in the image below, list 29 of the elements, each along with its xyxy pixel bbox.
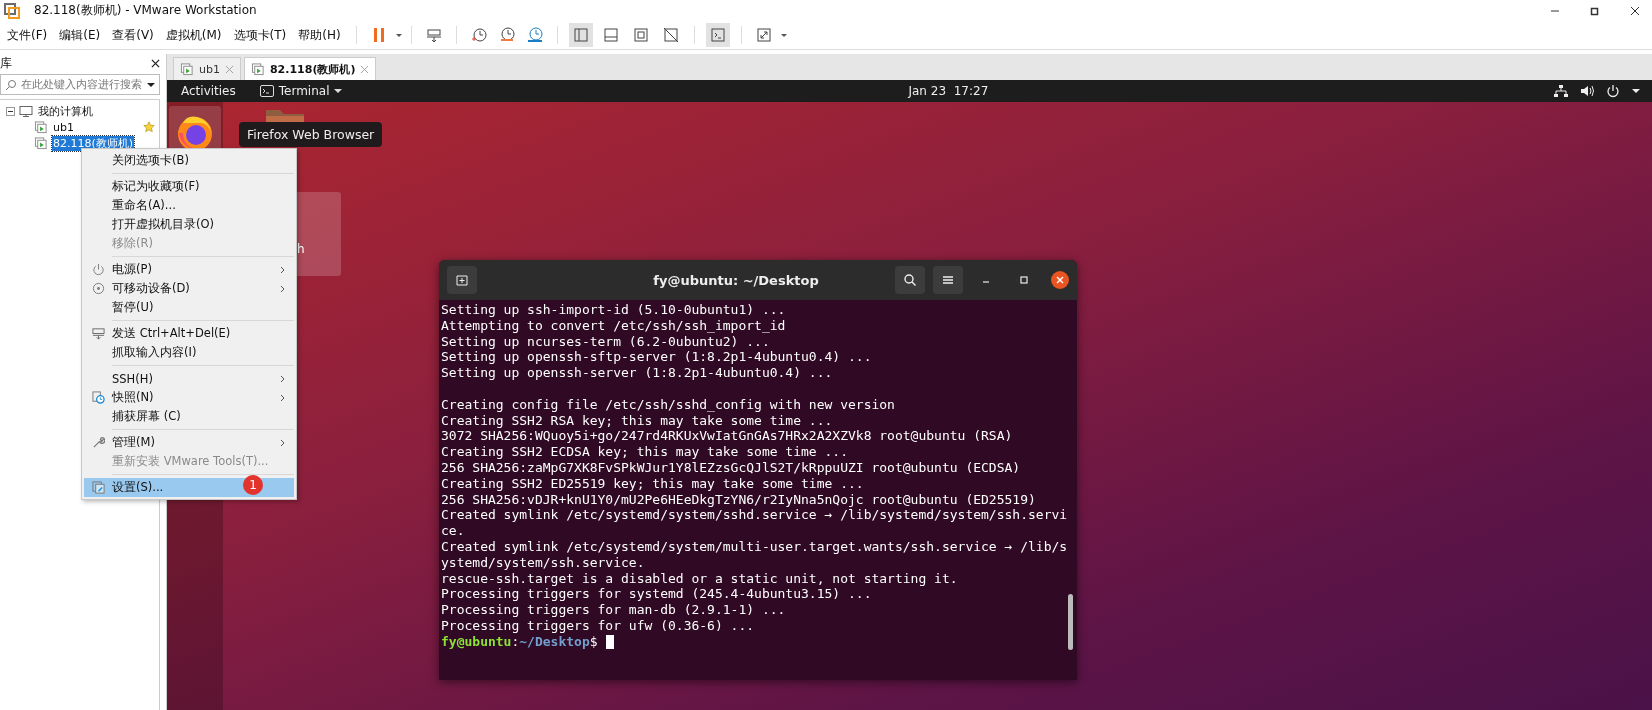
terminal-line: ystemd/system/ssh.service. [441,554,646,571]
terminal-line: Created symlink /etc/systemd/system/multi-user.target.wants/ssh.service → /lib/s [441,538,1069,555]
terminal-line: Created symlink /etc/systemd/system/sshd.service → /lib/systemd/system/ssh.servi [441,507,1069,524]
terminal-line: Creating config file /etc/ssh/sshd_config with new version [441,396,896,413]
terminal-line: 256 SHA256:zaMpG7XK8FvSPkWJur1Y8lEZzsGcQJlS2T/kRppuUZI root@ubuntu (ECDSA) [441,459,1022,476]
terminal-line: Processing triggers for man-db (2.9.1-1) ... [441,602,787,618]
terminal-line: Creating SSH2 ED25519 key; this may take some time ... [441,475,865,492]
window-title: 82.118(教师机) - VMware Workstation [34,2,257,19]
prompt-separator: : [511,633,520,650]
terminal-line: 256 SHA256:vDJR+knU1Y0/mU2Pe6HEeDkgTzYN6/r2IyNna5nQojc root@ubuntu (ED25519) [441,491,1037,508]
prompt-path: ~/Desktop [519,633,590,650]
terminal-line: Setting up ssh-import-id (5.10-0ubuntu1) ... [441,302,787,318]
terminal-line: Attempting to convert /etc/ssh/ssh_import_id [441,317,787,334]
terminal-line: Creating SSH2 RSA key; this may take some time ... [441,412,834,429]
terminal-line: Setting up openssh-server (1:8.2p1-4ubuntu0.4) ... [441,365,834,381]
terminal-line: 3072 SHA256:WQuoy5i+go/247rd4RKUxVwIatGnGAs7HRx2A2XZVk8 root@ubuntu (RSA) [441,428,1014,445]
terminal-line: Processing triggers for ufw (0.36-6) ... [441,617,756,634]
prompt-user: fy@ubuntu [441,633,512,650]
terminal-line: Creating SSH2 ECDSA key; this may take some time ... [441,444,849,460]
tooltip: Firefox Web Browser [239,122,383,147]
terminal-line: rescue-ssh.target is a disabled or a static unit, not starting it. [441,570,959,587]
prompt-symbol: $ [589,633,598,650]
terminal-line: Setting up openssh-sftp-server (1:8.2p1-4ubuntu0.4) ... [441,349,873,366]
desktop-icon-label: h [297,242,305,256]
terminal-line: Processing triggers for systemd (245.4-4ubuntu3.15) ... [441,586,873,603]
library-title: 库 [0,54,12,72]
terminal-line: Setting up ncurses-term (6.2-0ubuntu2) ... [441,333,771,350]
terminal-line: ce. [441,523,466,539]
terminal-title: fy@ubuntu: ~/Desktop [652,272,820,288]
